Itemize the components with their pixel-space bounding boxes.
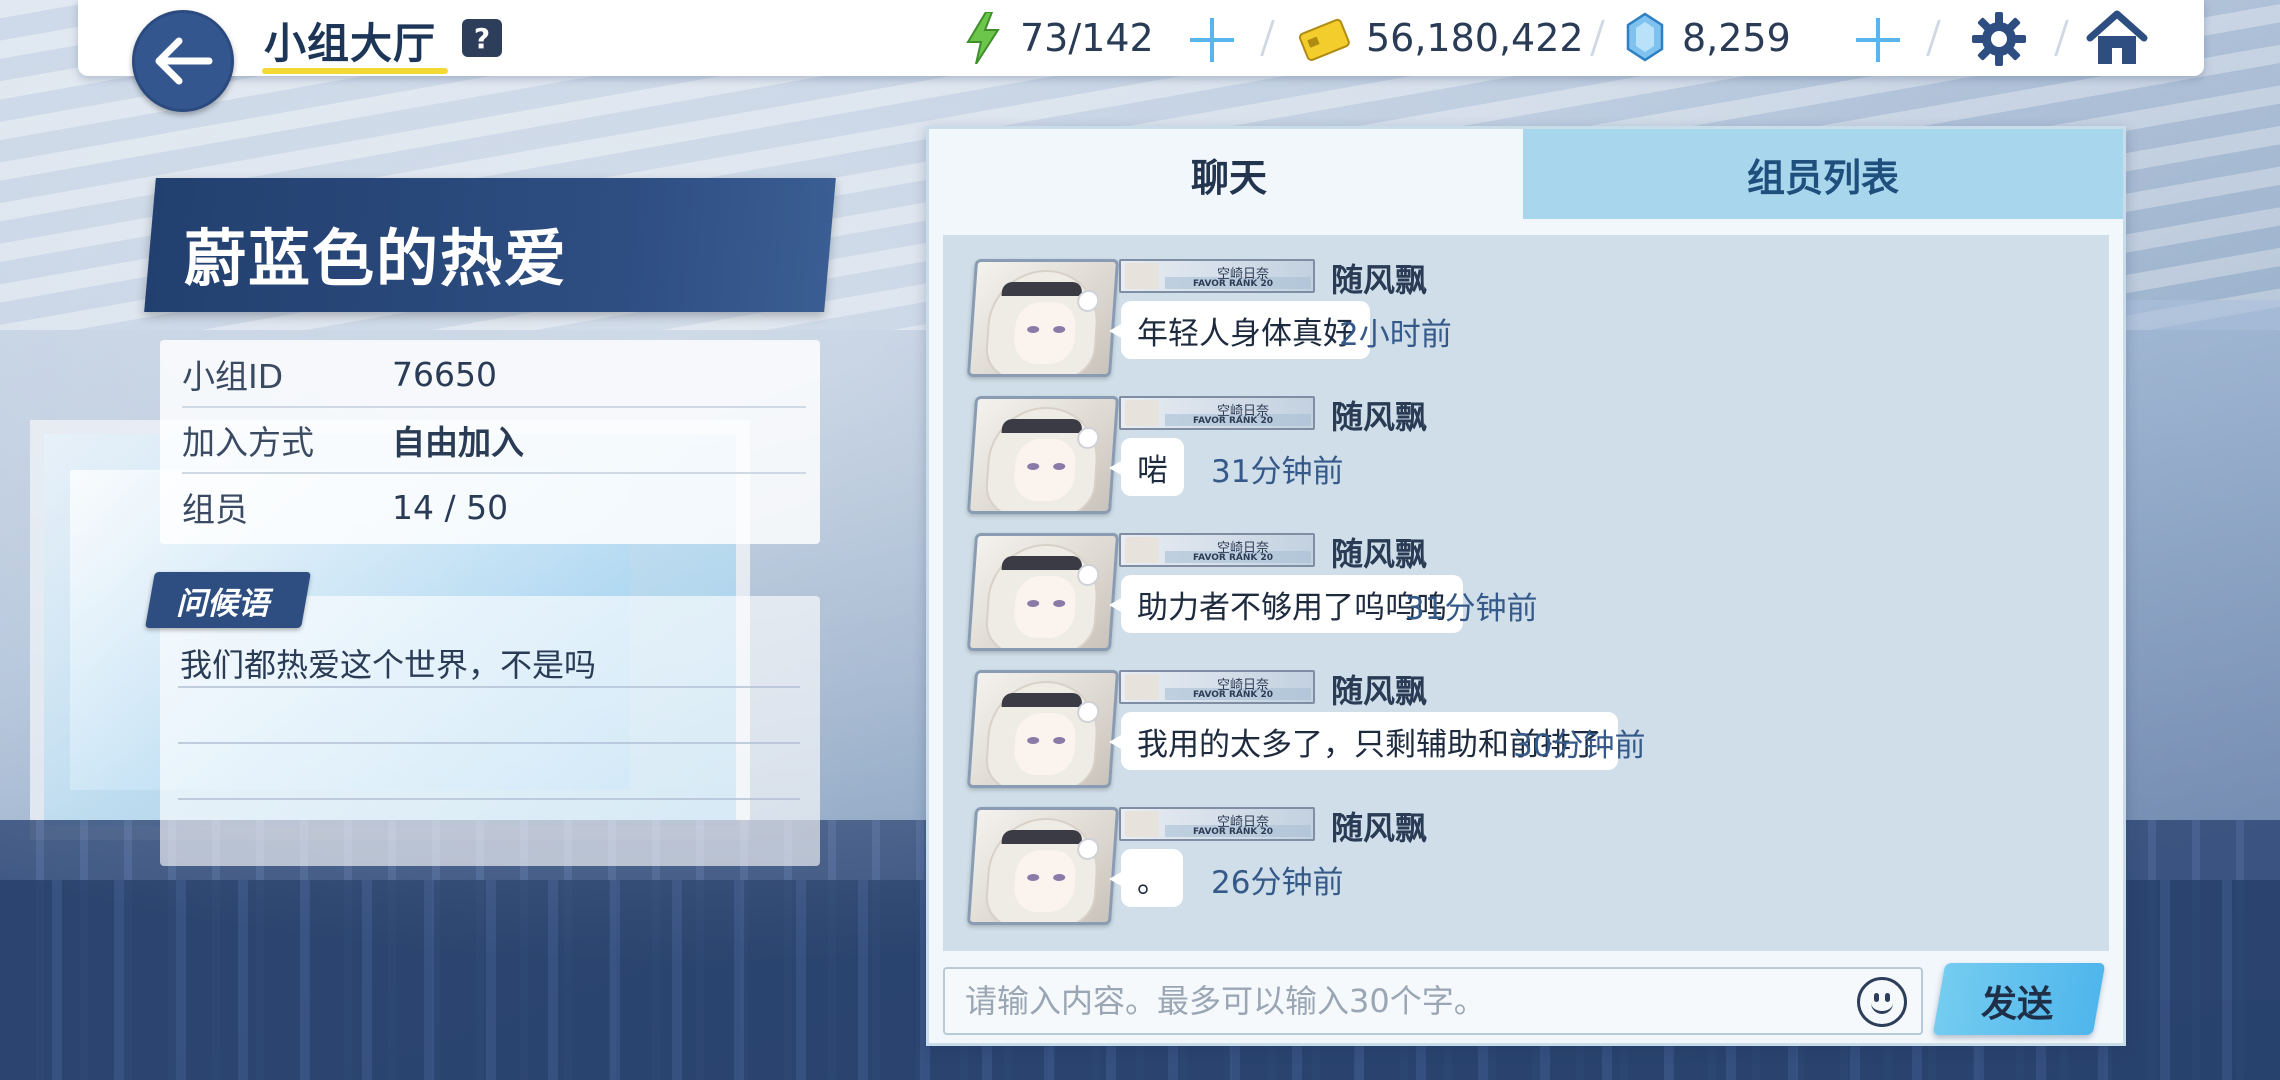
gear-icon[interactable] [1970, 10, 2028, 68]
message-time: 31分钟前 [1405, 591, 1538, 627]
sender-name: 随风飘 [1331, 398, 1428, 436]
tab-member-list[interactable]: 组员列表 [1523, 129, 2123, 219]
info-value: 自由加入 [392, 423, 524, 462]
message-list[interactable]: 空崎日奈 FAVOR RANK 20 随风飘 年轻人身体真好 2小时前 空崎日奈… [943, 235, 2109, 951]
greeting-card [160, 596, 820, 866]
favor-rank-badge: 空崎日奈 FAVOR RANK 20 [1119, 807, 1315, 841]
add-gems-button[interactable] [1856, 18, 1900, 62]
info-value: 14 / 50 [392, 487, 509, 527]
sender-name: 随风飘 [1331, 535, 1428, 573]
chat-message: 空崎日奈 FAVOR RANK 20 随风飘 年轻人身体真好 2小时前 [966, 257, 2091, 387]
gems-text: 8,259 [1682, 16, 1791, 60]
badge-rank: FAVOR RANK 20 [1193, 553, 1274, 563]
group-name: 蔚蓝色的热爱 [184, 222, 569, 295]
credit-card-icon [1298, 18, 1350, 61]
lightning-icon [966, 12, 1000, 64]
message-bubble: 。 [1109, 849, 1183, 907]
info-row-join-method: 加入方式 自由加入 [182, 408, 806, 474]
sender-name: 随风飘 [1331, 261, 1428, 299]
info-label: 组员 [182, 490, 248, 529]
gems-value: 8,259 [1682, 0, 1791, 76]
message-time: 2小时前 [1339, 317, 1452, 353]
smiley-icon[interactable] [1857, 977, 1907, 1027]
greeting-text: 我们都热爱这个世界，不是吗 [180, 646, 597, 684]
credits-value: 56,180,422 [1366, 0, 1584, 76]
stamina-text: 73/142 [1020, 16, 1154, 60]
info-row-members: 组员 14 / 50 [182, 474, 806, 540]
greeting-divider [178, 742, 800, 744]
chat-message: 空崎日奈 FAVOR RANK 20 随风飘 我用的太多了，只剩辅助和前排了 3… [966, 668, 2091, 798]
message-bubble: 啱 [1109, 438, 1184, 496]
home-icon[interactable] [2086, 8, 2148, 68]
avatar[interactable] [966, 670, 1120, 788]
arrow-left-icon [155, 37, 213, 85]
chat-message: 空崎日奈 FAVOR RANK 20 随风飘 啱 31分钟前 [966, 394, 2091, 524]
info-row-group-id: 小组ID 76650 [182, 342, 806, 408]
greeting-divider [178, 686, 800, 688]
message-time: 26分钟前 [1211, 865, 1344, 901]
send-button-label[interactable]: 发送 [1981, 975, 2053, 1027]
stamina-value: 73/142 [1020, 0, 1154, 76]
favor-rank-badge: 空崎日奈 FAVOR RANK 20 [1119, 533, 1315, 567]
badge-rank: FAVOR RANK 20 [1193, 416, 1274, 426]
chat-panel: 聊天 组员列表 空崎日奈 FAVOR RANK 20 随风飘 年轻人身体真好 2… [926, 126, 2126, 1046]
chat-input-box [943, 967, 1923, 1035]
avatar[interactable] [966, 259, 1120, 377]
message-time: 30分钟前 [1513, 728, 1646, 764]
page-title: 小组大厅 [264, 19, 437, 68]
title-underline [262, 68, 448, 74]
chat-input[interactable] [945, 969, 1845, 1033]
group-info-card: 小组ID 76650 加入方式 自由加入 组员 14 / 50 [160, 340, 820, 544]
greeting-divider [178, 798, 800, 800]
help-button[interactable]: ? [462, 19, 502, 57]
favor-rank-badge: 空崎日奈 FAVOR RANK 20 [1119, 670, 1315, 704]
greeting-tag-label: 问候语 [176, 586, 269, 622]
info-label: 加入方式 [182, 423, 314, 462]
badge-rank: FAVOR RANK 20 [1193, 279, 1274, 289]
info-label: 小组ID [182, 357, 284, 396]
avatar[interactable] [966, 533, 1120, 651]
sender-name: 随风飘 [1331, 809, 1428, 847]
avatar[interactable] [966, 807, 1120, 925]
avatar[interactable] [966, 396, 1120, 514]
message-time: 31分钟前 [1211, 454, 1344, 490]
gem-icon [1626, 12, 1664, 62]
sender-name: 随风飘 [1331, 672, 1428, 710]
add-stamina-button[interactable] [1190, 18, 1234, 62]
badge-rank: FAVOR RANK 20 [1193, 690, 1274, 700]
message-bubble: 年轻人身体真好 [1109, 301, 1370, 359]
favor-rank-badge: 空崎日奈 FAVOR RANK 20 [1119, 396, 1315, 430]
chat-message: 空崎日奈 FAVOR RANK 20 随风飘 助力者不够用了呜呜呜 31分钟前 [966, 531, 2091, 661]
info-value: 76650 [392, 354, 497, 394]
back-button[interactable] [132, 10, 234, 112]
favor-rank-badge: 空崎日奈 FAVOR RANK 20 [1119, 259, 1315, 293]
chat-message: 空崎日奈 FAVOR RANK 20 随风飘 。 26分钟前 [966, 805, 2091, 935]
badge-rank: FAVOR RANK 20 [1193, 827, 1274, 837]
tab-chat[interactable]: 聊天 [935, 129, 1523, 219]
credits-text: 56,180,422 [1366, 16, 1584, 60]
